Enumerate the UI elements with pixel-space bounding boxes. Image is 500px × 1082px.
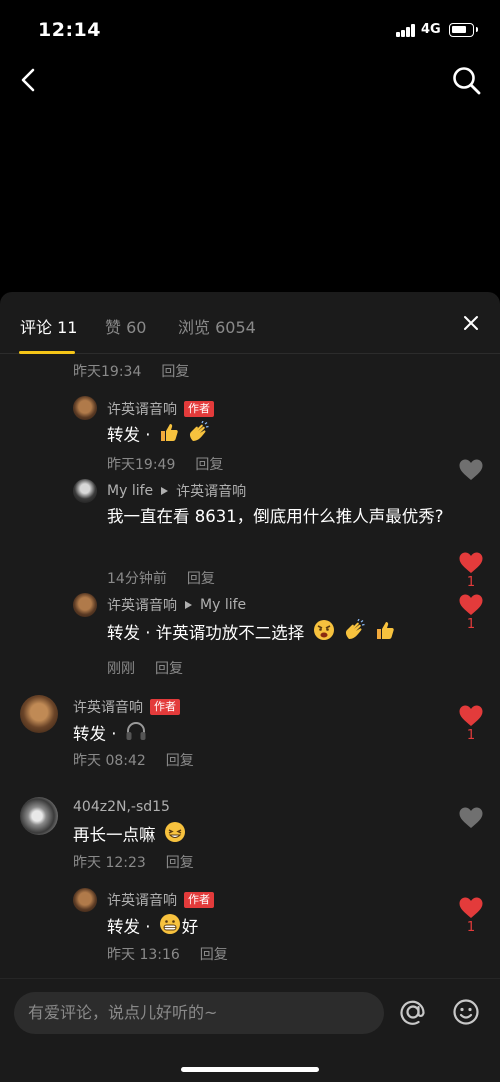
grinning-squint-face-emoji-icon [163, 820, 187, 852]
comment-meta: 昨天 08:42 回复 [73, 753, 194, 769]
comment-author[interactable]: 许英谞音响 作者 [107, 399, 214, 419]
reply-button[interactable]: 回复 [166, 753, 194, 769]
comment-meta: 14分钟前 回复 [107, 571, 215, 587]
sheet-header: 评论 11 赞 60 浏览 6054 [0, 292, 500, 354]
heart-filled-icon[interactable] [458, 551, 484, 575]
active-tab-indicator [19, 351, 75, 354]
comment-author[interactable]: 许英谞音响 My life [107, 595, 246, 615]
reply-arrow-icon [161, 487, 169, 495]
like-count: 1 [466, 617, 476, 632]
comment-text: 转发 · 好 [107, 912, 198, 944]
reply-button[interactable]: 回复 [195, 457, 223, 473]
heart-outline-icon[interactable] [458, 806, 484, 830]
comment-text: 再长一点嘛 [73, 820, 187, 852]
emoji-icon[interactable] [452, 998, 480, 1026]
reply-button[interactable]: 回复 [161, 364, 189, 380]
avatar[interactable] [73, 593, 97, 617]
headphones-emoji-icon [124, 719, 148, 751]
comment-author[interactable]: 许英谞音响 作者 [73, 697, 180, 717]
avatar[interactable] [73, 396, 97, 420]
comment-author[interactable]: My life 许英谞音响 [107, 481, 246, 501]
avatar[interactable] [73, 888, 97, 912]
tab-comments[interactable]: 评论 11 [20, 314, 77, 338]
status-bar: 12:14 4G [0, 0, 500, 60]
thumbs-up-emoji-icon [374, 619, 396, 649]
like-count: 1 [466, 920, 476, 935]
heart-filled-icon[interactable] [458, 593, 484, 617]
search-icon[interactable] [450, 64, 484, 98]
back-arrow-icon[interactable] [14, 64, 46, 96]
comment-meta: 昨天19:49 回复 [107, 457, 224, 473]
comment-meta: 昨天19:34 回复 [73, 361, 189, 381]
tab-likes[interactable]: 赞 60 [105, 314, 146, 338]
reply-arrow-icon [185, 601, 192, 609]
avatar[interactable] [73, 479, 97, 503]
comment-list: 昨天19:34 回复 许英谞音响 作者 转发 · 昨天19:49 回复 My life… [0, 355, 500, 985]
comment-author[interactable]: 404z2N,-sd15 [73, 799, 170, 815]
reply-button[interactable]: 回复 [200, 947, 228, 963]
grinning-face-emoji-icon [158, 912, 182, 944]
close-icon[interactable] [460, 312, 482, 334]
comment-author[interactable]: 许英谞音响 作者 [107, 890, 214, 910]
tab-views[interactable]: 浏览 6054 [178, 314, 256, 338]
home-indicator[interactable] [181, 1067, 319, 1072]
heart-filled-icon[interactable] [458, 896, 484, 920]
author-badge: 作者 [184, 401, 214, 417]
clapping-hands-emoji-icon [187, 420, 211, 451]
author-badge: 作者 [150, 699, 180, 715]
heart-outline-icon[interactable] [458, 458, 484, 482]
avatar[interactable] [20, 695, 58, 733]
comment-text: 转发 · [73, 719, 148, 751]
like-count: 1 [466, 575, 476, 590]
comment-text: 转发 · [107, 420, 211, 451]
author-badge: 作者 [184, 892, 214, 908]
status-time: 12:14 [38, 19, 101, 41]
reply-button[interactable]: 回复 [155, 661, 183, 677]
like-count: 1 [466, 728, 476, 743]
comment-time: 昨天19:34 [73, 364, 142, 380]
comment-sheet: 评论 11 赞 60 浏览 6054 昨天19:34 回复 许英谞音响 作者 转发 … [0, 292, 500, 1082]
comment-meta: 昨天 13:16 回复 [107, 947, 228, 963]
comment-text: 转发 · 许英谞功放不二选择 [107, 618, 396, 650]
thumbs-up-emoji-icon [158, 421, 180, 451]
comment-input[interactable]: 有爱评论，说点儿好听的~ [14, 992, 384, 1034]
comment-text: 我一直在看 8631，倒底用什么推人声最优秀? [107, 507, 444, 526]
comment-meta: 刚刚 回复 [107, 661, 183, 677]
angry-face-emoji-icon [312, 618, 336, 650]
signal-icon [396, 24, 416, 37]
clapping-hands-emoji-icon [343, 618, 367, 649]
heart-filled-icon[interactable] [458, 704, 484, 728]
mention-icon[interactable] [398, 997, 428, 1027]
battery-icon [449, 23, 478, 37]
reply-button[interactable]: 回复 [187, 571, 215, 587]
reply-button[interactable]: 回复 [166, 855, 194, 871]
avatar[interactable] [20, 797, 58, 835]
network-label: 4G [421, 22, 441, 37]
comment-meta: 昨天 12:23 回复 [73, 855, 194, 871]
